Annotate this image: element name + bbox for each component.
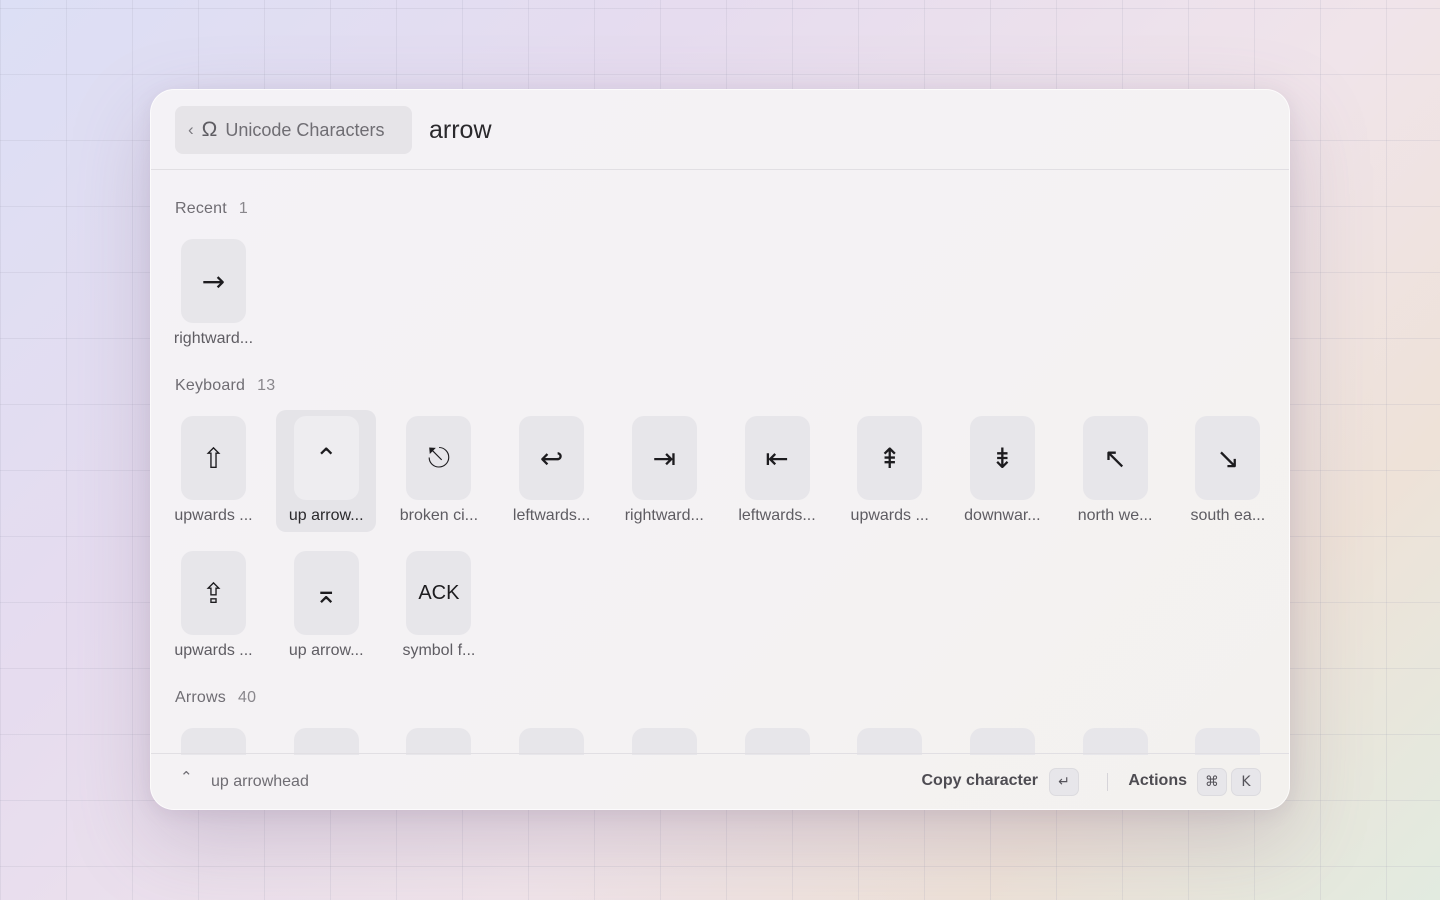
char-glyph: ⌃: [293, 416, 359, 500]
char-cell[interactable]: [614, 722, 714, 755]
char-cell[interactable]: ⎋ broken ci...: [388, 410, 488, 532]
char-cell[interactable]: [163, 722, 263, 755]
char-name-label: leftwards...: [738, 507, 816, 524]
char-cell[interactable]: [501, 722, 601, 755]
char-glyph: [181, 728, 246, 755]
char-cell[interactable]: ⇥ rightward...: [614, 410, 714, 532]
char-glyph: ↘: [1195, 416, 1261, 500]
selected-char-name: up arrowhead: [211, 773, 309, 790]
char-cell[interactable]: → rightward...: [163, 233, 263, 355]
actions-button[interactable]: Actions: [1128, 772, 1187, 790]
char-cell[interactable]: ⇪ upwards ...: [163, 545, 263, 667]
char-glyph: ↑: [293, 728, 359, 755]
char-name-label: rightward...: [624, 507, 704, 524]
chevron-left-icon: ‹: [188, 120, 194, 139]
char-glyph: ACK: [406, 551, 472, 635]
char-glyph: ↩: [519, 416, 585, 500]
back-to-extension-button[interactable]: ‹ Ω Unicode Characters: [175, 106, 412, 154]
char-name-label: upwards ...: [174, 507, 253, 524]
char-glyph: ⎋: [406, 416, 472, 500]
char-cell[interactable]: ↖ north we...: [1065, 410, 1165, 532]
char-name-label: south ea...: [1190, 507, 1266, 524]
char-glyph: [631, 728, 697, 755]
footer-divider: [1107, 773, 1108, 791]
char-glyph: [1195, 728, 1261, 755]
section-header-recent: Recent 1: [175, 200, 248, 218]
char-cell[interactable]: ⇤ leftwards...: [727, 410, 827, 532]
section-title: Keyboard: [175, 377, 246, 394]
return-key-icon: ↵: [1049, 768, 1079, 796]
extension-title: Unicode Characters: [225, 119, 385, 140]
section-count: 1: [238, 200, 249, 217]
omega-icon: Ω: [201, 118, 218, 141]
char-glyph: ↖: [1082, 416, 1148, 500]
char-cell[interactable]: [839, 722, 939, 755]
results-grid: Recent 1 Keyboard 13 Arrows 40 → rightward..…: [151, 171, 1289, 755]
char-name-label: upwards ...: [174, 642, 253, 659]
launcher-window: ‹ Ω Unicode Characters Recent 1 Keyboard 1…: [150, 89, 1290, 810]
k-key-icon: K: [1231, 768, 1261, 796]
char-glyph: →: [181, 239, 246, 323]
char-cell[interactable]: ↓: [388, 722, 488, 755]
char-name-label: north we...: [1077, 507, 1153, 524]
char-glyph: ⇧: [181, 416, 246, 500]
char-cell[interactable]: [1065, 722, 1165, 755]
char-name-label: up arrow...: [288, 642, 364, 659]
char-cell[interactable]: [1177, 722, 1277, 755]
char-name-label: symbol f...: [402, 642, 476, 659]
section-count: 40: [237, 689, 257, 706]
char-cell[interactable]: ⌅ up arrow...: [276, 545, 376, 667]
section-title: Recent: [175, 200, 227, 217]
char-glyph: [969, 728, 1035, 755]
char-name-label: leftwards...: [512, 507, 591, 524]
search-input[interactable]: [429, 110, 1029, 150]
char-glyph: ⌅: [293, 551, 359, 635]
section-header-arrows: Arrows 40: [175, 689, 256, 707]
char-glyph: ⇟: [969, 416, 1035, 500]
char-name-label: up arrow...: [288, 507, 364, 524]
search-header: ‹ Ω Unicode Characters: [151, 90, 1289, 170]
char-cell[interactable]: ⇟ downwar...: [952, 410, 1052, 532]
action-bar: ⌃ up arrowhead Copy character ↵ Actions …: [151, 753, 1289, 809]
section-header-keyboard: Keyboard 13: [175, 377, 275, 395]
char-glyph: ⇞: [857, 416, 923, 500]
section-count: 13: [257, 377, 276, 394]
char-name-label: broken ci...: [399, 507, 479, 524]
char-cell[interactable]: [727, 722, 827, 755]
char-cell[interactable]: ↘ south ea...: [1177, 410, 1277, 532]
char-cell[interactable]: [952, 722, 1052, 755]
char-name-label: upwards ...: [850, 507, 929, 524]
char-glyph: ⇤: [744, 416, 810, 500]
char-glyph: [1082, 728, 1148, 755]
char-glyph: ⇪: [181, 551, 246, 635]
char-cell[interactable]: ⌃ up arrow...: [275, 410, 376, 532]
char-cell[interactable]: ↩ leftwards...: [501, 410, 601, 532]
char-glyph: [744, 728, 810, 755]
char-name-label: rightward...: [173, 330, 254, 347]
selected-char-preview: ⌃: [180, 769, 193, 786]
char-name-label: downwar...: [964, 507, 1041, 524]
section-title: Arrows: [175, 689, 226, 706]
copy-character-action[interactable]: Copy character: [922, 772, 1039, 790]
char-glyph: ⇥: [631, 416, 697, 500]
char-cell[interactable]: ACK symbol f...: [388, 545, 488, 667]
char-glyph: [857, 728, 923, 755]
command-key-icon: ⌘: [1197, 768, 1227, 796]
char-cell[interactable]: ⇞ upwards ...: [839, 410, 939, 532]
char-glyph: [519, 728, 585, 755]
char-cell[interactable]: ↑: [276, 722, 376, 755]
char-cell[interactable]: ⇧ upwards ...: [163, 410, 263, 532]
char-glyph: ↓: [406, 728, 472, 755]
